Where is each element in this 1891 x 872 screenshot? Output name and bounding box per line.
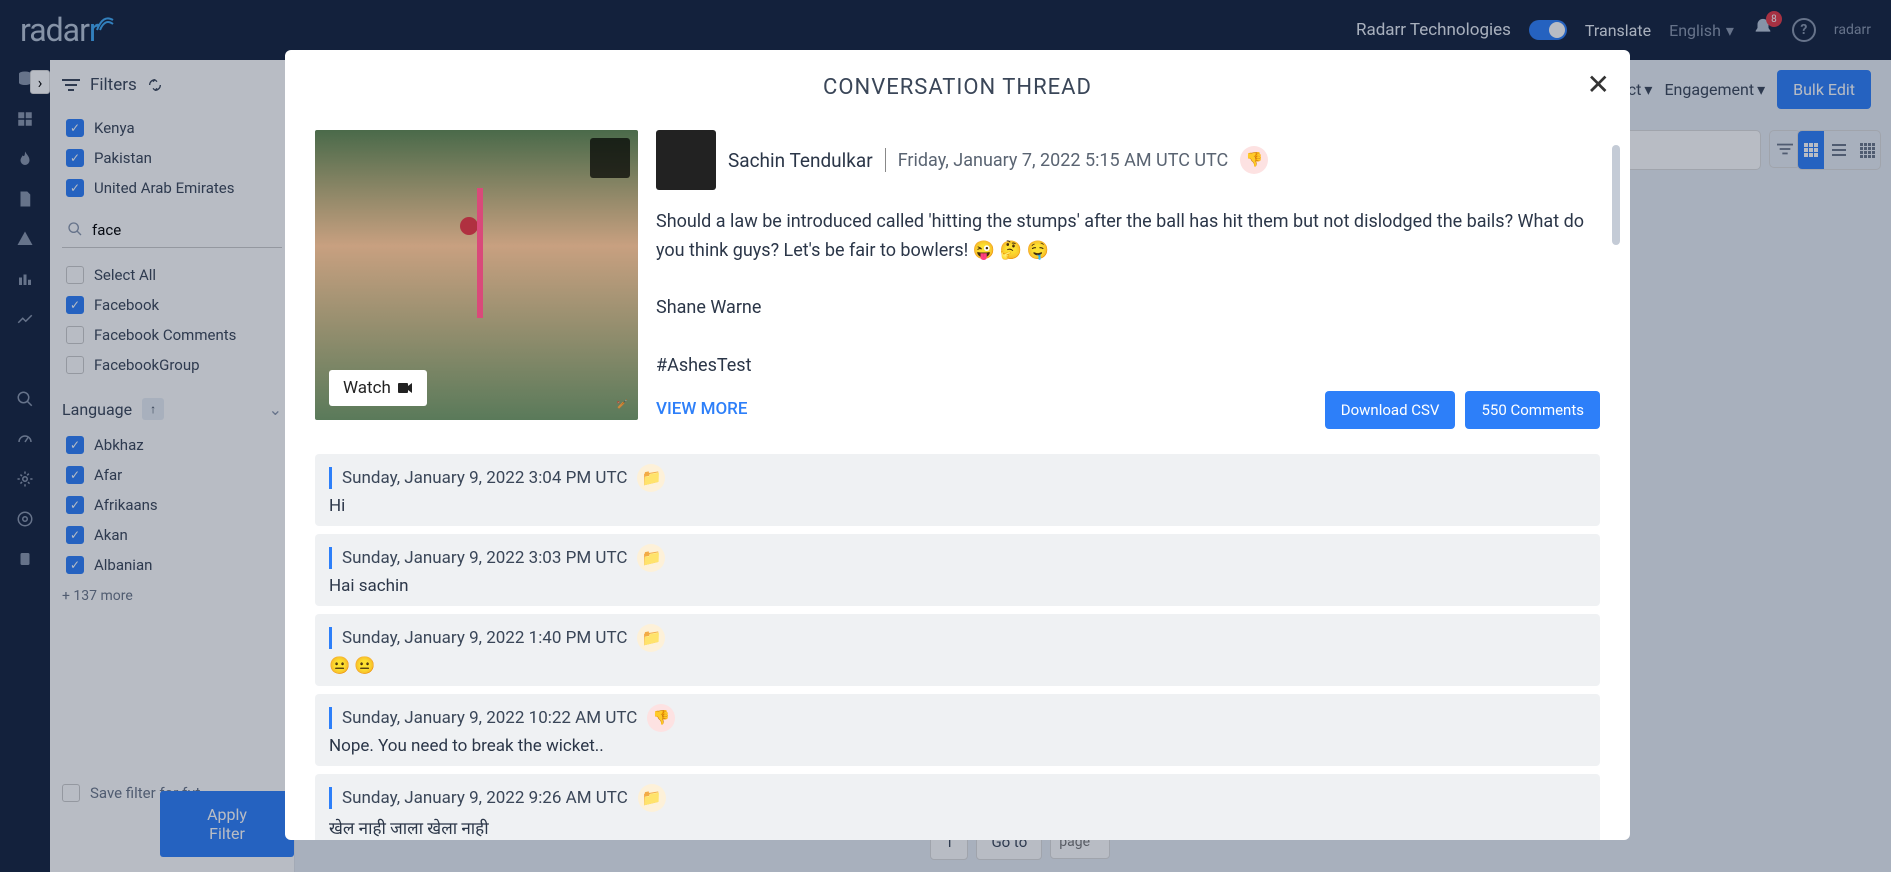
comment-text: Nope. You need to break the wicket.. (329, 736, 1586, 756)
comment-text: 😐 😐 (329, 656, 1586, 676)
watch-button[interactable]: Watch (329, 370, 427, 406)
post-row: 🏏 Watch Sachin Tendulkar Friday, January… (315, 130, 1600, 429)
sentiment-negative-icon[interactable]: 👎 (647, 704, 675, 732)
comment-date: Sunday, January 9, 2022 3:04 PM UTC (342, 468, 627, 488)
view-more-link[interactable]: VIEW MORE (656, 399, 747, 419)
sentiment-negative-icon[interactable]: 👎 (1240, 146, 1268, 174)
comment-item[interactable]: Sunday, January 9, 2022 3:04 PM UTC 📁 Hi (315, 454, 1600, 526)
stump-graphic (477, 188, 483, 318)
comment-item[interactable]: Sunday, January 9, 2022 9:26 AM UTC 📁 खेल … (315, 774, 1600, 840)
author-name[interactable]: Sachin Tendulkar (728, 149, 873, 172)
comment-text: खेल नाही जाला खेला नाही (329, 816, 1586, 839)
comment-text: Hi (329, 496, 1586, 516)
comment-item[interactable]: Sunday, January 9, 2022 3:03 PM UTC 📁 Hai … (315, 534, 1600, 606)
post-actions: Download CSV 550 Comments (656, 391, 1600, 429)
comments-list: Sunday, January 9, 2022 3:04 PM UTC📁HiSu… (315, 454, 1600, 840)
comment-text: Hai sachin (329, 576, 1586, 596)
sentiment-neutral-icon[interactable]: 📁 (637, 464, 665, 492)
post-body: Sachin Tendulkar Friday, January 7, 2022… (656, 130, 1600, 429)
comment-item[interactable]: Sunday, January 9, 2022 10:22 AM UTC 👎 Nop… (315, 694, 1600, 766)
post-text: Should a law be introduced called 'hitti… (656, 208, 1600, 381)
conversation-thread-modal: ✕ CONVERSATION THREAD 🏏 Watch Sachin Ten… (285, 50, 1630, 840)
sentiment-neutral-icon[interactable]: 📁 (638, 784, 666, 812)
comment-date: Sunday, January 9, 2022 10:22 AM UTC (342, 708, 637, 728)
download-csv-button[interactable]: Download CSV (1325, 391, 1456, 429)
modal-title: CONVERSATION THREAD (315, 75, 1600, 100)
cricket-logo-icon: 🏏 (617, 400, 628, 410)
comment-date: Sunday, January 9, 2022 9:26 AM UTC (342, 788, 628, 808)
comment-item[interactable]: Sunday, January 9, 2022 1:40 PM UTC 📁 😐 😐 (315, 614, 1600, 686)
modal-scrollbar[interactable] (1612, 145, 1620, 245)
comments-count-button[interactable]: 550 Comments (1465, 391, 1600, 429)
sentiment-neutral-icon[interactable]: 📁 (637, 624, 665, 652)
comment-date: Sunday, January 9, 2022 3:03 PM UTC (342, 548, 627, 568)
sentiment-neutral-icon[interactable]: 📁 (637, 544, 665, 572)
comment-date: Sunday, January 9, 2022 1:40 PM UTC (342, 628, 627, 648)
close-icon[interactable]: ✕ (1587, 68, 1610, 101)
author-avatar[interactable] (656, 130, 716, 190)
post-date: Friday, January 7, 2022 5:15 AM UTC UTC (898, 150, 1229, 171)
post-media[interactable]: 🏏 Watch (315, 130, 638, 420)
author-row: Sachin Tendulkar Friday, January 7, 2022… (656, 130, 1600, 190)
